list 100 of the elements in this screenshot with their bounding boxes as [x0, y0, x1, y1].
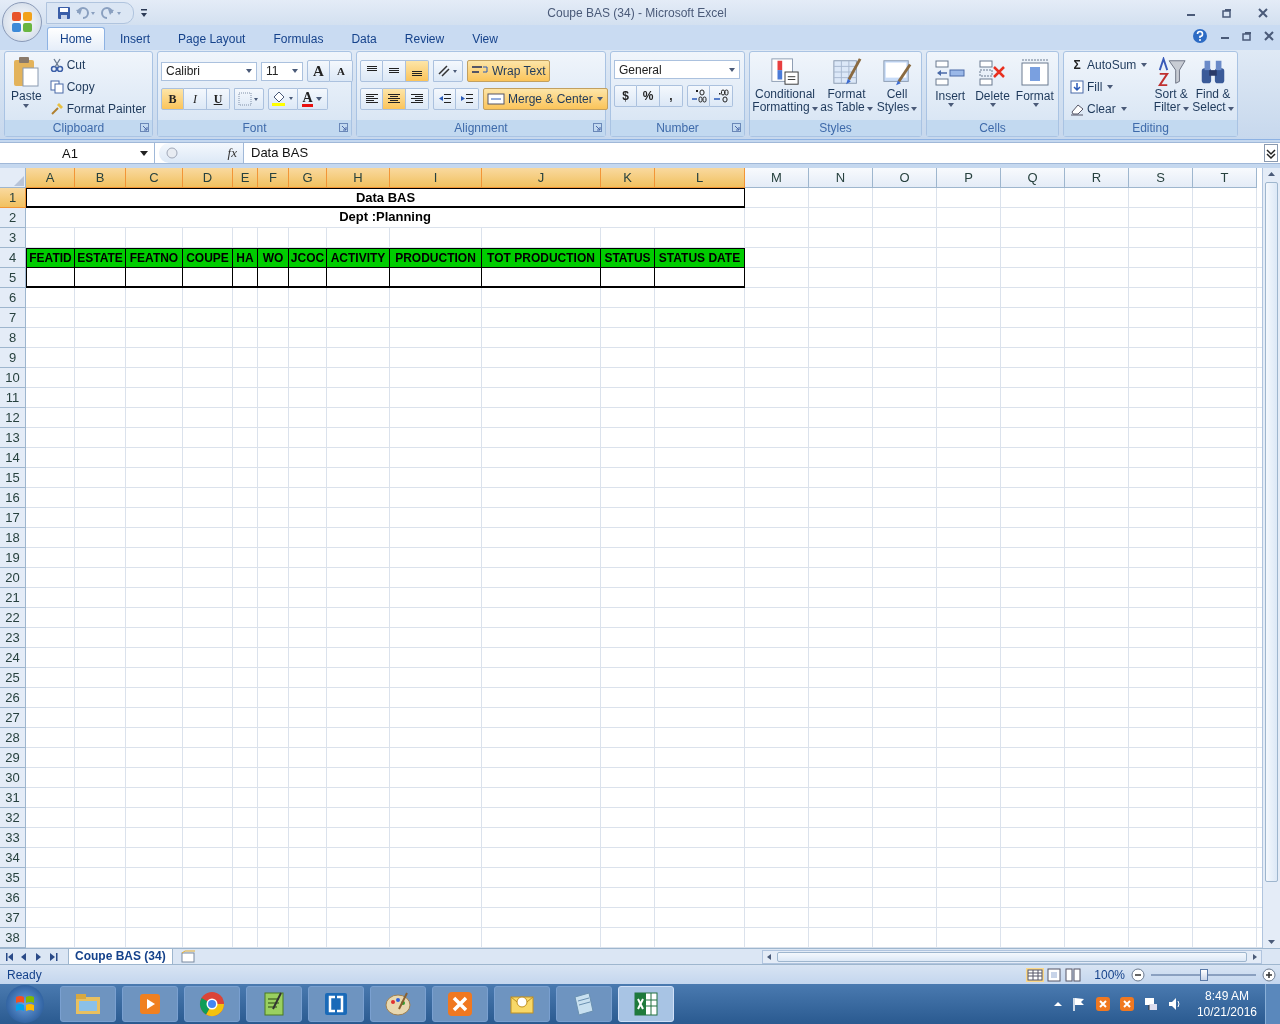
font-style-button[interactable]: I	[184, 88, 207, 110]
dialog-launcher-icon[interactable]	[140, 123, 149, 132]
decrease-decimal-button[interactable]	[710, 85, 733, 107]
insert-function-button[interactable]: fx	[227, 145, 237, 161]
start-button[interactable]	[6, 985, 44, 1023]
shrink-font-button[interactable]: A	[330, 60, 353, 82]
orientation-button[interactable]	[433, 60, 463, 82]
flag-icon[interactable]	[1070, 996, 1087, 1012]
row-header[interactable]: 21	[0, 588, 26, 608]
format-painter-button[interactable]: Format Painter	[46, 98, 150, 119]
row-header[interactable]: 36	[0, 888, 26, 908]
decrease-indent-button[interactable]	[433, 88, 456, 110]
column-header[interactable]: S	[1129, 168, 1193, 188]
table-cell[interactable]	[183, 268, 233, 288]
font-style-button[interactable]: U	[207, 88, 230, 110]
row-header[interactable]: 1	[0, 188, 26, 208]
table-header-cell[interactable]: JCOC	[289, 248, 327, 268]
column-header[interactable]: Q	[1001, 168, 1065, 188]
fill-button[interactable]: Fill	[1067, 76, 1151, 97]
font-color-button[interactable]: A	[298, 88, 328, 110]
column-header[interactable]: D	[183, 168, 233, 188]
increase-decimal-button[interactable]	[687, 85, 710, 107]
find-select-button[interactable]: Find & Select	[1192, 54, 1234, 117]
row-header[interactable]: 6	[0, 288, 26, 308]
name-box[interactable]: A1	[0, 143, 155, 163]
column-header[interactable]: R	[1065, 168, 1129, 188]
table-header-cell[interactable]: FEATID	[26, 248, 75, 268]
table-header-cell[interactable]: COUPE	[183, 248, 233, 268]
zoom-level[interactable]: 100%	[1094, 967, 1125, 982]
column-header[interactable]: K	[601, 168, 655, 188]
taskbar-button[interactable]	[370, 986, 426, 1022]
row-header[interactable]: 23	[0, 628, 26, 648]
table-cell[interactable]	[390, 268, 482, 288]
normal-view-icon[interactable]	[1026, 967, 1045, 982]
ribbon-tab[interactable]: Data	[338, 27, 390, 50]
styles-button[interactable]: Conditional Formatting	[753, 54, 817, 117]
cells-button[interactable]: Insert	[930, 54, 971, 117]
scroll-thumb[interactable]	[777, 951, 1247, 962]
expand-icon[interactable]	[1264, 144, 1278, 162]
column-header[interactable]: C	[126, 168, 183, 188]
column-header[interactable]: B	[75, 168, 126, 188]
column-header[interactable]: H	[327, 168, 390, 188]
help-icon[interactable]	[1192, 28, 1208, 44]
wrap-text-button[interactable]: Wrap Text	[467, 60, 550, 82]
table-cell[interactable]	[75, 268, 126, 288]
font-style-button[interactable]: B	[161, 88, 184, 110]
row-header[interactable]: 27	[0, 708, 26, 728]
speaker-icon[interactable]	[1166, 996, 1183, 1012]
cells-button[interactable]: Delete	[972, 54, 1013, 117]
taskbar-button[interactable]	[432, 986, 488, 1022]
row-header[interactable]: 18	[0, 528, 26, 548]
row-header[interactable]: 38	[0, 928, 26, 948]
column-header[interactable]: O	[873, 168, 937, 188]
formula-field[interactable]: Data BAS	[243, 143, 1262, 163]
increase-indent-button[interactable]	[456, 88, 479, 110]
column-header[interactable]: E	[233, 168, 258, 188]
page-layout-icon[interactable]	[1045, 967, 1064, 982]
vertical-scrollbar[interactable]	[1262, 168, 1280, 948]
clear-button[interactable]: Clear	[1067, 98, 1151, 119]
table-cell[interactable]	[482, 268, 601, 288]
column-header[interactable]: P	[937, 168, 1001, 188]
restore-icon[interactable]	[1242, 31, 1252, 41]
scroll-thumb[interactable]	[1265, 182, 1278, 882]
table-header-cell[interactable]: PRODUCTION	[390, 248, 482, 268]
row-header[interactable]: 14	[0, 448, 26, 468]
taskbar-button[interactable]	[184, 986, 240, 1022]
zoom-in-icon[interactable]	[1262, 967, 1276, 982]
table-cell[interactable]	[26, 268, 75, 288]
styles-button[interactable]: Cell Styles	[876, 54, 918, 117]
vertical-align-button[interactable]	[383, 60, 406, 82]
merge-center-button[interactable]: Merge & Center	[483, 88, 608, 110]
row-header[interactable]: 30	[0, 768, 26, 788]
cross-icon[interactable]	[1094, 996, 1111, 1012]
row-header[interactable]: 22	[0, 608, 26, 628]
vertical-align-button[interactable]	[406, 60, 429, 82]
row-header[interactable]: 17	[0, 508, 26, 528]
row-header[interactable]: 7	[0, 308, 26, 328]
horizontal-align-button[interactable]	[406, 88, 429, 110]
table-header-cell[interactable]: FEATNO	[126, 248, 183, 268]
table-header-cell[interactable]: STATUS	[601, 248, 655, 268]
row-header[interactable]: 28	[0, 728, 26, 748]
clock[interactable]: 8:49 AM 10/21/2016	[1196, 988, 1257, 1020]
dialog-launcher-icon[interactable]	[732, 123, 741, 132]
office-button[interactable]	[2, 2, 42, 42]
taskbar-button[interactable]	[494, 986, 550, 1022]
table-cell[interactable]	[126, 268, 183, 288]
column-header[interactable]: A	[26, 168, 75, 188]
table-header-cell[interactable]: ESTATE	[75, 248, 126, 268]
column-header[interactable]: J	[482, 168, 601, 188]
close-icon[interactable]	[1264, 31, 1274, 41]
save-icon[interactable]	[57, 5, 71, 20]
number-format-button[interactable]: $	[614, 85, 637, 107]
table-cell[interactable]	[289, 268, 327, 288]
column-header[interactable]: T	[1193, 168, 1257, 188]
table-cell[interactable]	[233, 268, 258, 288]
row-header[interactable]: 20	[0, 568, 26, 588]
row-header[interactable]: 5	[0, 268, 26, 288]
row-header[interactable]: 34	[0, 848, 26, 868]
autosum-button[interactable]: Σ AutoSum	[1067, 54, 1151, 75]
number-format-field[interactable]: General	[614, 60, 740, 79]
